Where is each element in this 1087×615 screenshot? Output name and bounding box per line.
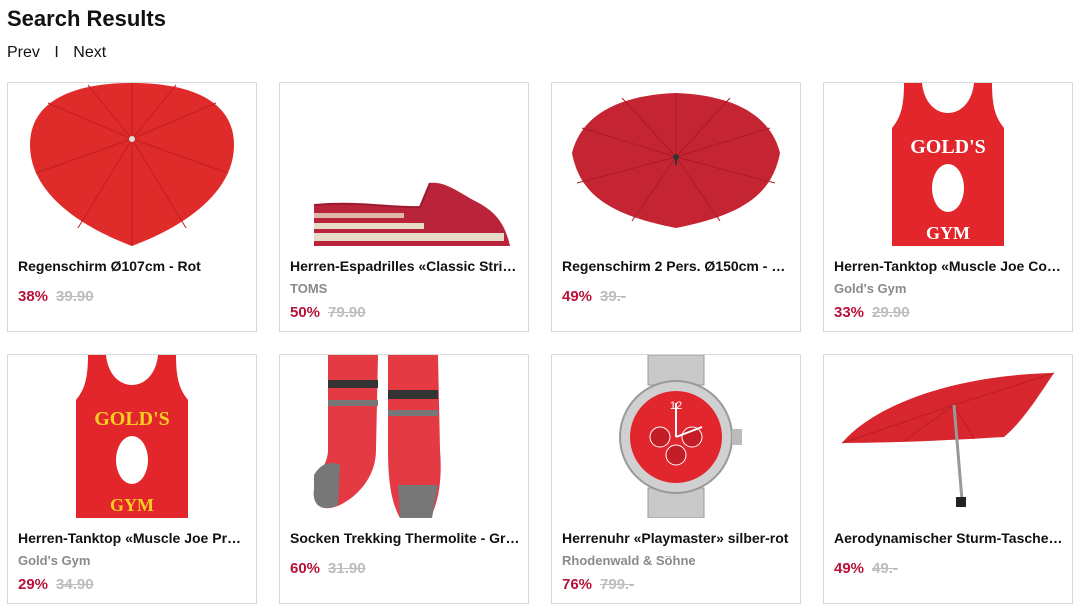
product-image[interactable]: GOLD'S GYM — [824, 83, 1072, 246]
socks-image — [313, 355, 441, 518]
prev-link[interactable]: Prev — [7, 44, 40, 61]
product-brand: Gold's Gym — [834, 281, 907, 296]
product-image[interactable]: GOLD'S GYM — [8, 355, 256, 518]
price-block: 29% 34.90 — [18, 576, 94, 593]
discount-percent: 29% — [18, 576, 49, 593]
old-price: 29.90 — [872, 304, 910, 321]
discount-percent: 76% — [562, 576, 593, 593]
next-link[interactable]: Next — [73, 44, 106, 61]
product-name[interactable]: Aerodynamischer Sturm-Tasche… — [834, 530, 1064, 546]
double-umbrella-image — [572, 93, 780, 228]
discount-percent: 33% — [834, 304, 865, 321]
old-price: 79.90 — [328, 304, 366, 321]
old-price: 31.90 — [328, 560, 366, 577]
pager-separator: I — [54, 44, 59, 61]
product-card[interactable]: Aerodynamischer Sturm-Tasche… 49% 49.- — [823, 354, 1073, 604]
product-image[interactable] — [824, 355, 1072, 518]
product-card[interactable]: Herren-Espadrilles «Classic Stri… TOMS 5… — [279, 82, 529, 332]
price-block: 76% 799.- — [562, 576, 634, 593]
svg-text:GYM: GYM — [926, 223, 970, 243]
product-card[interactable]: Regenschirm 2 Pers. Ø150cm - … 49% 39.- — [551, 82, 801, 332]
price-block: 49% 49.- — [834, 560, 898, 577]
discount-percent: 49% — [834, 560, 865, 577]
product-card[interactable]: 12 Herrenuhr «Playmaster» silber-rot Rho… — [551, 354, 801, 604]
svg-text:GYM: GYM — [110, 495, 154, 515]
product-card[interactable]: GOLD'S GYM Herren-Tanktop «Muscle Joe Co… — [823, 82, 1073, 332]
pocket-umbrella-image — [841, 372, 1055, 507]
heart-umbrella-image — [30, 83, 234, 246]
page-title: Search Results — [7, 6, 166, 31]
discount-percent: 60% — [290, 560, 321, 577]
old-price: 39.- — [600, 288, 626, 305]
product-name[interactable]: Herrenuhr «Playmaster» silber-rot — [562, 530, 792, 546]
product-brand: TOMS — [290, 281, 328, 296]
discount-percent: 49% — [562, 288, 593, 305]
svg-text:GOLD'S: GOLD'S — [910, 136, 986, 158]
product-card[interactable]: GOLD'S GYM Herren-Tanktop «Muscle Joe Pr… — [7, 354, 257, 604]
price-block: 60% 31.90 — [290, 560, 366, 577]
espadrille-image — [313, 182, 510, 246]
product-image[interactable] — [8, 83, 256, 246]
tanktop-white-print-image: GOLD'S GYM — [892, 83, 1004, 246]
product-image[interactable]: 12 — [552, 355, 800, 518]
product-brand: Gold's Gym — [18, 553, 91, 568]
tanktop-yellow-print-image: GOLD'S GYM — [76, 355, 188, 518]
price-block: 38% 39.90 — [18, 288, 94, 305]
product-image[interactable] — [552, 83, 800, 246]
discount-percent: 50% — [290, 304, 321, 321]
product-card[interactable]: Socken Trekking Thermolite - Gr… 60% 31.9… — [279, 354, 529, 604]
product-image[interactable] — [280, 355, 528, 518]
old-price: 39.90 — [56, 288, 94, 305]
product-name[interactable]: Herren-Tanktop «Muscle Joe Pr… — [18, 530, 248, 546]
product-name[interactable]: Herren-Tanktop «Muscle Joe Co… — [834, 258, 1064, 274]
product-name[interactable]: Socken Trekking Thermolite - Gr… — [290, 530, 520, 546]
discount-percent: 38% — [18, 288, 49, 305]
pagination: Prev I Next — [7, 44, 106, 62]
old-price: 799.- — [600, 576, 635, 593]
price-block: 50% 79.90 — [290, 304, 366, 321]
old-price: 49.- — [872, 560, 898, 577]
product-name[interactable]: Herren-Espadrilles «Classic Stri… — [290, 258, 520, 274]
svg-text:GOLD'S: GOLD'S — [94, 408, 170, 430]
price-block: 33% 29.90 — [834, 304, 910, 321]
product-name[interactable]: Regenschirm 2 Pers. Ø150cm - … — [562, 258, 792, 274]
watch-image: 12 — [619, 355, 742, 518]
price-block: 49% 39.- — [562, 288, 626, 305]
old-price: 34.90 — [56, 576, 94, 593]
product-brand: Rhodenwald & Söhne — [562, 553, 696, 568]
product-card[interactable]: Regenschirm Ø107cm - Rot 38% 39.90 — [7, 82, 257, 332]
product-image[interactable] — [280, 83, 528, 246]
product-name[interactable]: Regenschirm Ø107cm - Rot — [18, 258, 248, 274]
